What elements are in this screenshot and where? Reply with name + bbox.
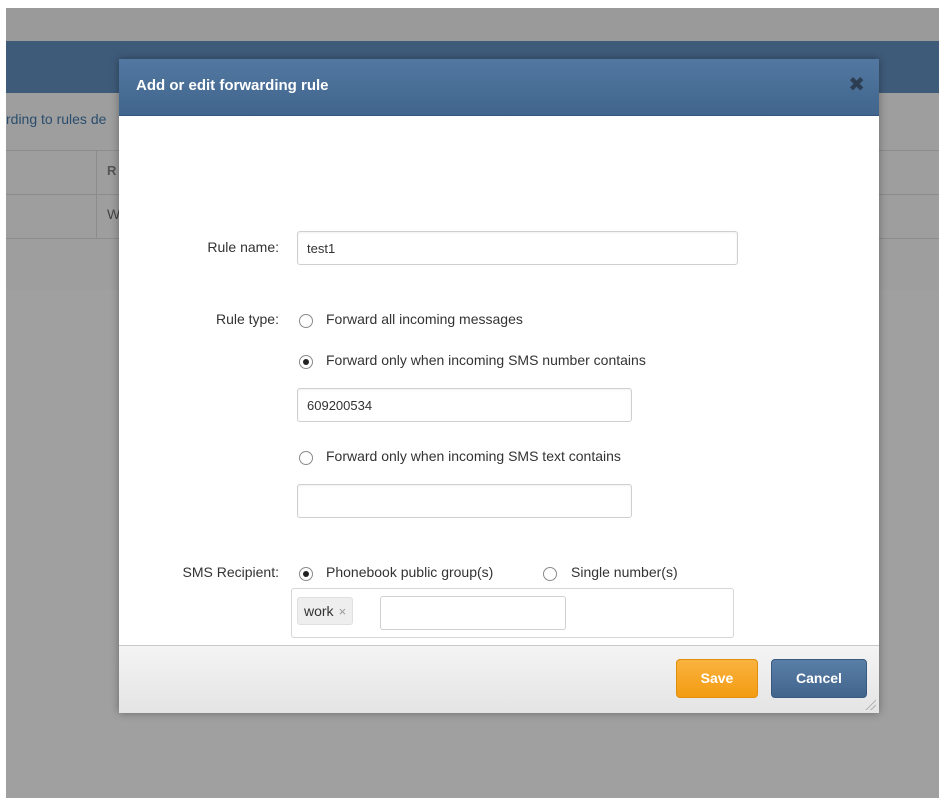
radio-number-contains[interactable] (299, 355, 313, 369)
number-contains-input[interactable] (297, 388, 632, 422)
radio-phonebook-groups-label[interactable]: Phonebook public group(s) (326, 564, 493, 580)
recipient-tag-label: work (304, 603, 334, 619)
radio-text-contains-label[interactable]: Forward only when incoming SMS text cont… (326, 448, 621, 464)
resize-grip-icon[interactable] (864, 698, 876, 710)
save-button[interactable]: Save (676, 659, 758, 698)
recipient-tag-box[interactable]: work × (291, 588, 734, 638)
rule-name-label: Rule name: (207, 239, 279, 255)
rule-name-input[interactable] (297, 231, 738, 265)
dialog-title: Add or edit forwarding rule (136, 77, 329, 94)
background-intro-text: rding to rules de (6, 111, 107, 127)
close-icon[interactable]: ✖ (848, 75, 865, 95)
recipient-tag-input[interactable] (380, 596, 566, 630)
dialog-body: Rule name: Rule type: Forward all incomi… (119, 116, 879, 645)
radio-single-numbers[interactable] (543, 567, 557, 581)
cancel-button[interactable]: Cancel (771, 659, 867, 698)
radio-forward-all[interactable] (299, 314, 313, 328)
background-top-strip (6, 8, 939, 41)
recipient-tag: work × (297, 597, 354, 625)
forwarding-rule-dialog: Add or edit forwarding rule ✖ Rule name:… (119, 59, 879, 713)
radio-text-contains[interactable] (299, 451, 313, 465)
dialog-header: Add or edit forwarding rule ✖ (119, 59, 879, 116)
background-table-header-cell: R (107, 163, 117, 178)
text-contains-input[interactable] (297, 484, 632, 518)
radio-forward-all-label[interactable]: Forward all incoming messages (326, 311, 523, 327)
dialog-footer: Save Cancel (119, 645, 879, 713)
sms-recipient-label: SMS Recipient: (182, 564, 279, 580)
radio-single-numbers-label[interactable]: Single number(s) (571, 564, 678, 580)
tag-remove-icon[interactable]: × (339, 604, 347, 619)
background-table-column-divider (96, 150, 97, 238)
radio-phonebook-groups[interactable] (299, 567, 313, 581)
radio-number-contains-label[interactable]: Forward only when incoming SMS number co… (326, 352, 646, 368)
rule-type-label: Rule type: (215, 311, 279, 327)
